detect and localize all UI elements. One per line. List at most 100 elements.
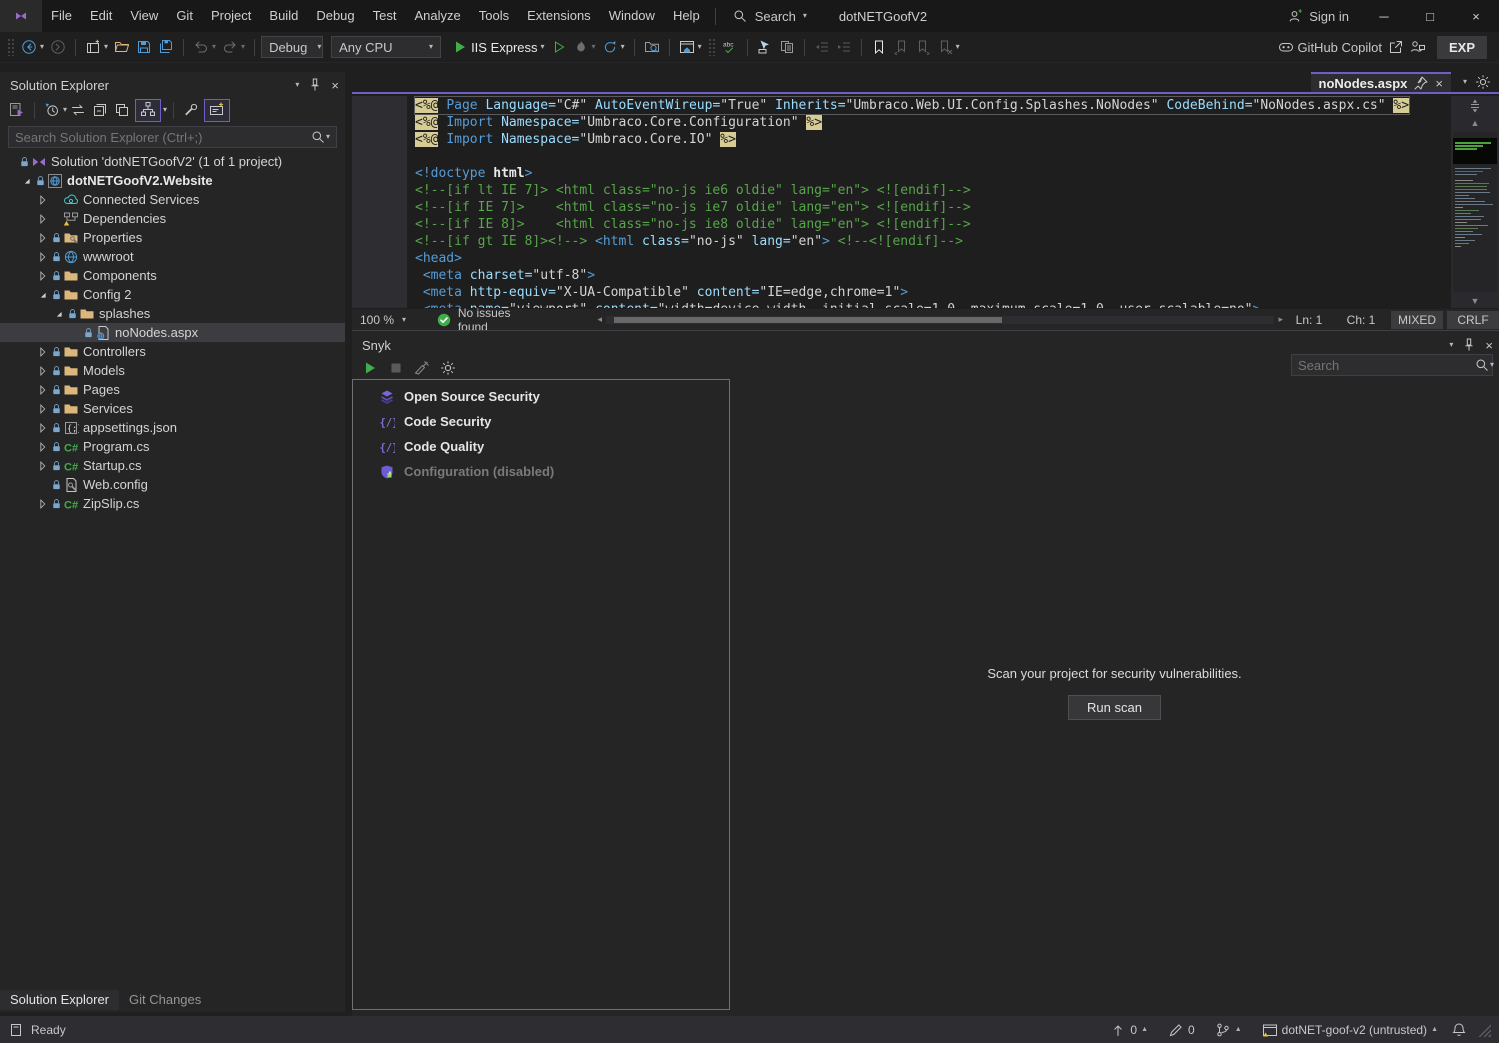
- search-control[interactable]: Search ▾: [722, 8, 817, 24]
- close-tab-button[interactable]: ×: [1435, 76, 1443, 91]
- expander-collapsed-icon[interactable]: [36, 421, 50, 435]
- zoom-dropdown[interactable]: 100 %▾: [352, 313, 418, 327]
- tree-item-properties[interactable]: Properties: [0, 228, 345, 247]
- active-files-dropdown[interactable]: ▾: [1463, 78, 1467, 86]
- menu-git[interactable]: Git: [167, 0, 202, 32]
- toolbar-grip[interactable]: [7, 38, 15, 56]
- share-button[interactable]: [1385, 37, 1407, 57]
- tree-item-wwwroot[interactable]: wwwroot: [0, 247, 345, 266]
- editor-margin[interactable]: [352, 96, 407, 308]
- switch-views-icon[interactable]: [9, 102, 25, 118]
- scroll-up-icon[interactable]: ▲: [1471, 116, 1480, 130]
- snyk-results-tree[interactable]: Open Source Security{/}Code Security{/}C…: [352, 379, 730, 1010]
- expander-expanded-icon[interactable]: [36, 288, 50, 302]
- editor-scrollbar[interactable]: ▲ ▼: [1451, 96, 1499, 308]
- scrollbar-thumb[interactable]: [614, 317, 1002, 323]
- sync-icon[interactable]: [70, 102, 86, 118]
- find-in-files-button[interactable]: [641, 37, 663, 57]
- search-icon[interactable]: [310, 129, 326, 145]
- menu-view[interactable]: View: [121, 0, 167, 32]
- pin-icon[interactable]: [307, 77, 323, 93]
- next-bookmark-button[interactable]: [912, 37, 934, 57]
- snyk-item-code-security[interactable]: {/}Code Security: [353, 409, 729, 434]
- menu-window[interactable]: Window: [600, 0, 664, 32]
- show-all-files-toggle[interactable]: [135, 99, 161, 122]
- menu-tools[interactable]: Tools: [470, 0, 518, 32]
- platform-dropdown[interactable]: Any CPU▾: [331, 36, 441, 58]
- outgoing-commits-button[interactable]: 0 ▲: [1103, 1022, 1155, 1038]
- expander-collapsed-icon[interactable]: [36, 459, 50, 473]
- properties-window-icon[interactable]: [114, 102, 130, 118]
- close-button[interactable]: ×: [1453, 0, 1499, 32]
- expander-collapsed-icon[interactable]: [36, 269, 50, 283]
- window-position-menu[interactable]: ▾: [1449, 341, 1453, 349]
- expander-collapsed-icon[interactable]: [36, 383, 50, 397]
- close-panel-button[interactable]: ×: [331, 78, 339, 93]
- run-scan-button[interactable]: Run scan: [1068, 695, 1161, 720]
- tree-item-dotnetgoofv2-website[interactable]: dotNETGoofV2.Website: [0, 171, 345, 190]
- notifications-bell-icon[interactable]: [1451, 1022, 1467, 1038]
- repository-picker-button[interactable]: dotNET-goof-v2 (untrusted) ▲: [1255, 1022, 1445, 1038]
- tree-item-controllers[interactable]: Controllers: [0, 342, 345, 361]
- spell-check-button[interactable]: abc: [719, 37, 741, 57]
- solution-search-box[interactable]: ▾: [8, 126, 337, 148]
- snyk-run-icon[interactable]: [362, 360, 378, 376]
- snyk-item-code-quality[interactable]: {/}Code Quality: [353, 434, 729, 459]
- expander-collapsed-icon[interactable]: [36, 231, 50, 245]
- refresh-button[interactable]: ▾: [599, 37, 628, 57]
- expander-expanded-icon[interactable]: [52, 307, 66, 321]
- tree-item-models[interactable]: Models: [0, 361, 345, 380]
- minimize-button[interactable]: ─: [1361, 0, 1407, 32]
- collapse-all-icon[interactable]: [92, 102, 108, 118]
- search-icon[interactable]: [1474, 357, 1490, 373]
- solution-tree[interactable]: Solution 'dotNETGoofV2' (1 of 1 project)…: [0, 152, 345, 513]
- expander-collapsed-icon[interactable]: [36, 345, 50, 359]
- keep-open-icon[interactable]: [1413, 75, 1429, 91]
- start-debug-button[interactable]: IIS Express▾: [449, 37, 547, 57]
- snyk-search-box[interactable]: ▾: [1291, 354, 1493, 376]
- toolbar-grip[interactable]: [708, 38, 716, 56]
- unpushed-edits-button[interactable]: 0: [1161, 1022, 1202, 1038]
- expander-collapsed-icon[interactable]: [36, 193, 50, 207]
- feedback-button[interactable]: [1407, 37, 1429, 57]
- scroll-down-icon[interactable]: ▼: [1471, 294, 1480, 308]
- bottom-tab-git-changes[interactable]: Git Changes: [119, 990, 211, 1010]
- undo-button[interactable]: ▾: [190, 37, 219, 57]
- new-project-button[interactable]: ▾: [82, 37, 111, 57]
- experimental-button[interactable]: EXP: [1437, 36, 1487, 59]
- horizontal-scrollbar[interactable]: ◂ ▸: [597, 313, 1283, 327]
- clear-bookmarks-button[interactable]: ▾: [934, 37, 963, 57]
- menu-project[interactable]: Project: [202, 0, 260, 32]
- menu-analyze[interactable]: Analyze: [405, 0, 469, 32]
- tree-item-dependencies[interactable]: Dependencies: [0, 209, 345, 228]
- solution-config-dropdown[interactable]: Debug▾: [261, 36, 323, 58]
- menu-debug[interactable]: Debug: [307, 0, 363, 32]
- branch-picker-button[interactable]: ▲: [1208, 1022, 1249, 1038]
- save-button[interactable]: [133, 37, 155, 57]
- tree-item-appsettings-json[interactable]: {;}appsettings.json: [0, 418, 345, 437]
- minimap[interactable]: [1453, 132, 1497, 292]
- hot-reload-button[interactable]: ▾: [570, 37, 599, 57]
- tab-nonodes-aspx[interactable]: noNodes.aspx ×: [1311, 72, 1451, 92]
- tree-item-config-2[interactable]: Config 2: [0, 285, 345, 304]
- menu-help[interactable]: Help: [664, 0, 709, 32]
- redo-button[interactable]: ▾: [219, 37, 248, 57]
- maximize-button[interactable]: □: [1407, 0, 1453, 32]
- navigate-forward-button[interactable]: [47, 37, 69, 57]
- window-position-menu[interactable]: ▾: [295, 81, 299, 89]
- expander-collapsed-icon[interactable]: [36, 402, 50, 416]
- tree-item-zipslip-cs[interactable]: C#ZipSlip.cs: [0, 494, 345, 513]
- snyk-search-input[interactable]: [1298, 358, 1474, 373]
- toggle-bookmark-button[interactable]: [868, 37, 890, 57]
- resize-grip[interactable]: [1477, 1023, 1491, 1037]
- snyk-item-open-source-security[interactable]: Open Source Security: [353, 384, 729, 409]
- snyk-item-configuration-disabled[interactable]: Configuration (disabled): [353, 459, 729, 484]
- prev-bookmark-button[interactable]: [890, 37, 912, 57]
- bottom-tab-solution-explorer[interactable]: Solution Explorer: [0, 990, 119, 1010]
- gear-icon[interactable]: [1475, 74, 1491, 90]
- tree-item-splashes[interactable]: splashes: [0, 304, 345, 323]
- expander-collapsed-icon[interactable]: [36, 440, 50, 454]
- code-editor[interactable]: <%@ Page Language="C#" AutoEventWireup="…: [407, 96, 1451, 308]
- increase-indent-button[interactable]: [833, 37, 855, 57]
- tree-item-components[interactable]: Components: [0, 266, 345, 285]
